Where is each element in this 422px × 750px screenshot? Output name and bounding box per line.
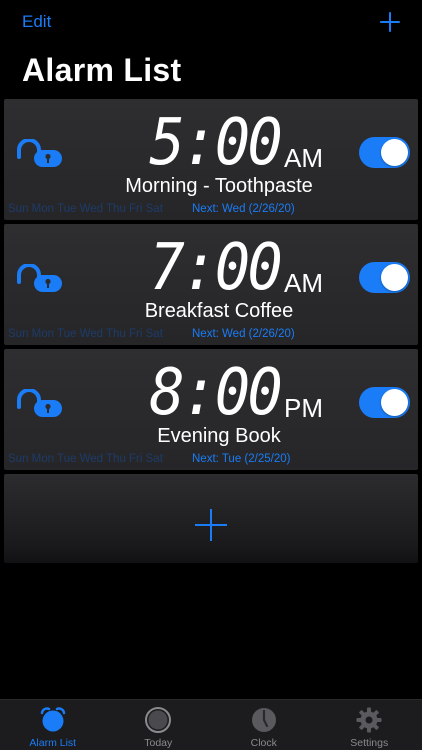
alarm-row[interactable]: 5:00 AM Morning - Toothpaste Sun Mon Tue… <box>4 99 418 220</box>
page-title: Alarm List <box>22 52 182 88</box>
circle-icon <box>145 707 172 733</box>
clock-icon <box>251 708 276 732</box>
plus-icon <box>195 509 227 541</box>
alarm-toggle[interactable] <box>359 137 410 168</box>
repeat-days: Sun Mon Tue Wed Thu Fri Sat <box>8 328 163 340</box>
next-alarm-date: Next: Wed (2/26/20) <box>192 203 295 215</box>
tab-label: Alarm List <box>29 737 77 749</box>
next-alarm-date: Next: Wed (2/26/20) <box>192 328 295 340</box>
gear-icon <box>356 707 382 733</box>
tab-label: Settings <box>350 737 389 749</box>
alarm-label: Morning - Toothpaste <box>125 175 313 197</box>
plus-icon[interactable] <box>378 10 402 34</box>
toggle-knob <box>381 264 408 291</box>
alarm-label: Evening Book <box>157 425 281 447</box>
alarm-toggle[interactable] <box>359 387 410 418</box>
edit-button[interactable]: Edit <box>22 12 51 32</box>
time-digits: 7:00 <box>149 231 283 305</box>
tab-today[interactable]: Today <box>106 700 212 750</box>
unlocked-padlock-icon[interactable] <box>16 264 64 292</box>
alarm-clock-icon <box>40 707 65 732</box>
tab-label: Clock <box>250 737 277 749</box>
time-digits: 8:00 <box>149 356 283 430</box>
unlocked-padlock-icon[interactable] <box>16 139 64 167</box>
alarm-row[interactable]: 7:00 AM Breakfast Coffee Sun Mon Tue Wed… <box>4 224 418 345</box>
tab-label: Today <box>144 737 173 749</box>
am-pm-label: AM <box>284 143 323 173</box>
alarm-row[interactable]: 8:00 PM Evening Book Sun Mon Tue Wed Thu… <box>4 349 418 470</box>
next-alarm-date: Next: Tue (2/25/20) <box>192 453 291 465</box>
alarm-time: 7:00 AM <box>138 231 323 305</box>
repeat-days: Sun Mon Tue Wed Thu Fri Sat <box>8 203 163 215</box>
toggle-knob <box>381 139 408 166</box>
tab-alarm-list[interactable]: Alarm List <box>0 700 106 750</box>
navigation-bar: Edit <box>0 0 422 44</box>
repeat-days: Sun Mon Tue Wed Thu Fri Sat <box>8 453 163 465</box>
time-digits: 5:00 <box>149 106 283 180</box>
alarm-time: 8:00 PM <box>138 356 323 430</box>
tab-clock[interactable]: Clock <box>211 700 317 750</box>
alarm-time: 5:00 AM <box>138 106 323 180</box>
toggle-knob <box>381 389 408 416</box>
add-alarm-button[interactable] <box>4 474 418 563</box>
am-pm-label: PM <box>284 393 323 423</box>
alarm-list: 5:00 AM Morning - Toothpaste Sun Mon Tue… <box>4 99 418 563</box>
alarm-toggle[interactable] <box>359 262 410 293</box>
tab-settings[interactable]: Settings <box>317 700 422 750</box>
unlocked-padlock-icon[interactable] <box>16 389 64 417</box>
am-pm-label: AM <box>284 268 323 298</box>
alarm-label: Breakfast Coffee <box>144 300 294 322</box>
tab-bar: Alarm List Today Clock Settings <box>0 699 422 750</box>
